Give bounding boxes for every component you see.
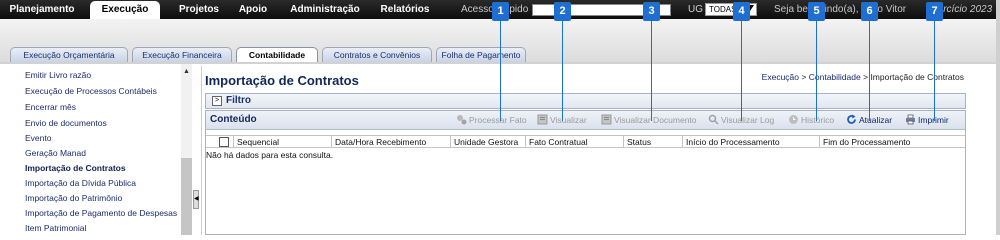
- breadcrumb-current: Importação de Contratos: [870, 72, 964, 82]
- tab-contratos-convenios[interactable]: Contratos e Convênios: [322, 47, 432, 62]
- column-status[interactable]: Status: [623, 136, 682, 148]
- callout-badge-2: 2: [554, 2, 571, 21]
- column-inicio-processamento[interactable]: Início do Processamento: [682, 136, 819, 148]
- breadcrumb-execucao[interactable]: Execução: [762, 72, 799, 82]
- column-sequencial[interactable]: Sequencial: [233, 136, 331, 148]
- visualizar-label: Visualizar: [550, 115, 587, 125]
- processar-fato-label: Processar Fato: [469, 115, 527, 125]
- column-fim-processamento[interactable]: Fim do Processamento: [819, 136, 965, 148]
- sidebar-item-importacao-pagamento[interactable]: Importação de Pagamento de Despesas: [25, 208, 177, 218]
- callout-badge-6: 6: [861, 2, 878, 21]
- refresh-icon: [846, 114, 857, 125]
- menu-projetos[interactable]: Projetos: [170, 0, 228, 19]
- sidebar-item-encerrar-mes[interactable]: Encerrar mês: [25, 102, 76, 112]
- sidebar-item-item-patrimonial[interactable]: Item Patrimonial: [25, 223, 86, 233]
- menu-planejamento[interactable]: Planejamento: [6, 0, 78, 19]
- sidebar-item-evento[interactable]: Evento: [25, 133, 51, 143]
- badge-connector: [500, 21, 501, 121]
- select-all-checkbox[interactable]: [219, 137, 229, 147]
- sidebar-item-execucao-processos[interactable]: Execução de Processos Contábeis: [25, 86, 157, 96]
- empty-message: Não há dados para esta consulta.: [206, 150, 334, 160]
- breadcrumb-separator: >: [801, 72, 807, 82]
- table-header: Sequencial Data/Hora Recebimento Unidade…: [206, 135, 965, 148]
- badge-connector: [741, 21, 742, 121]
- sidebar-item-importacao-contratos[interactable]: Importação de Contratos: [25, 163, 126, 173]
- imprimir-button[interactable]: Imprimir: [905, 114, 949, 127]
- page-title: Importação de Contratos: [205, 73, 359, 88]
- ug-label: UG: [688, 4, 703, 15]
- sidebar-scroll-thumb[interactable]: [181, 158, 192, 235]
- expand-filter-icon[interactable]: >: [212, 96, 222, 106]
- callout-badge-7: 7: [926, 2, 943, 21]
- sidebar-item-importacao-patrimonio[interactable]: Importação do Patrimônio: [25, 193, 122, 203]
- sidebar-item-emitir-livro-razao[interactable]: Emitir Livro razão: [25, 70, 91, 80]
- tab-folha-pagamento[interactable]: Folha de Pagamento: [436, 47, 526, 62]
- visualizar-documento-label: Visualizar Documento: [614, 115, 697, 125]
- historico-label: Histórico: [801, 115, 835, 125]
- badge-connector: [651, 21, 652, 121]
- document-icon: [601, 114, 612, 125]
- menu-administracao[interactable]: Administração: [285, 0, 365, 19]
- page-scrollbar[interactable]: [996, 0, 1000, 235]
- printer-icon: [905, 114, 916, 125]
- menu-apoio[interactable]: Apoio: [236, 0, 270, 19]
- scroll-up-icon[interactable]: ▲: [183, 68, 190, 75]
- atualizar-label: Atualizar: [859, 115, 893, 125]
- visualizar-documento-button[interactable]: Visualizar Documento: [601, 114, 697, 127]
- history-icon: [788, 114, 799, 125]
- column-data-hora[interactable]: Data/Hora Recebimento: [331, 136, 450, 148]
- callout-badge-4: 4: [733, 2, 750, 21]
- filter-label[interactable]: Filtro: [226, 95, 251, 106]
- document-view-icon: [537, 114, 548, 125]
- magnifier-icon: [708, 114, 719, 125]
- processar-fato-button[interactable]: Processar Fato: [456, 114, 527, 127]
- callout-badge-1: 1: [492, 2, 509, 21]
- column-fato-contratual[interactable]: Fato Contratual: [525, 136, 623, 148]
- menu-execucao[interactable]: Execução: [90, 1, 160, 20]
- callout-badge-5: 5: [808, 2, 825, 21]
- badge-connector: [562, 21, 563, 121]
- content-panel: Conteúdo Processar Fato Visualizar Visua…: [205, 110, 966, 235]
- welcome-text: Seja bem-vindo(a), Joao Vitor: [774, 4, 907, 15]
- badge-connector: [816, 21, 817, 121]
- callout-badge-3: 3: [643, 2, 660, 21]
- content-title: Conteúdo: [210, 114, 257, 125]
- sidebar-item-importacao-divida[interactable]: Importação da Dívida Pública: [25, 178, 136, 188]
- tab-contabilidade[interactable]: Contabilidade: [236, 47, 318, 63]
- column-unidade-gestora[interactable]: Unidade Gestora: [450, 136, 525, 148]
- visualizar-log-label: Visualizar Log: [721, 115, 775, 125]
- tab-execucao-orcamentaria[interactable]: Execução Orçamentária: [10, 47, 128, 62]
- breadcrumb-separator: >: [863, 72, 869, 82]
- badge-connector: [869, 21, 870, 121]
- historico-button[interactable]: Histórico: [788, 114, 834, 127]
- menu-relatorios[interactable]: Relatórios: [379, 0, 431, 19]
- gears-icon: [456, 114, 467, 125]
- sidebar-item-geracao-manad[interactable]: Geração Manad: [25, 148, 86, 158]
- badge-connector: [934, 21, 935, 121]
- collapse-sidebar-icon[interactable]: ◀: [193, 190, 199, 209]
- tab-execucao-financeira[interactable]: Execução Financeira: [132, 47, 232, 62]
- content-header: Conteúdo Processar Fato Visualizar Visua…: [206, 111, 965, 130]
- sidebar-item-envio-documentos[interactable]: Envio de documentos: [25, 118, 107, 128]
- filter-bar[interactable]: > Filtro: [205, 93, 966, 109]
